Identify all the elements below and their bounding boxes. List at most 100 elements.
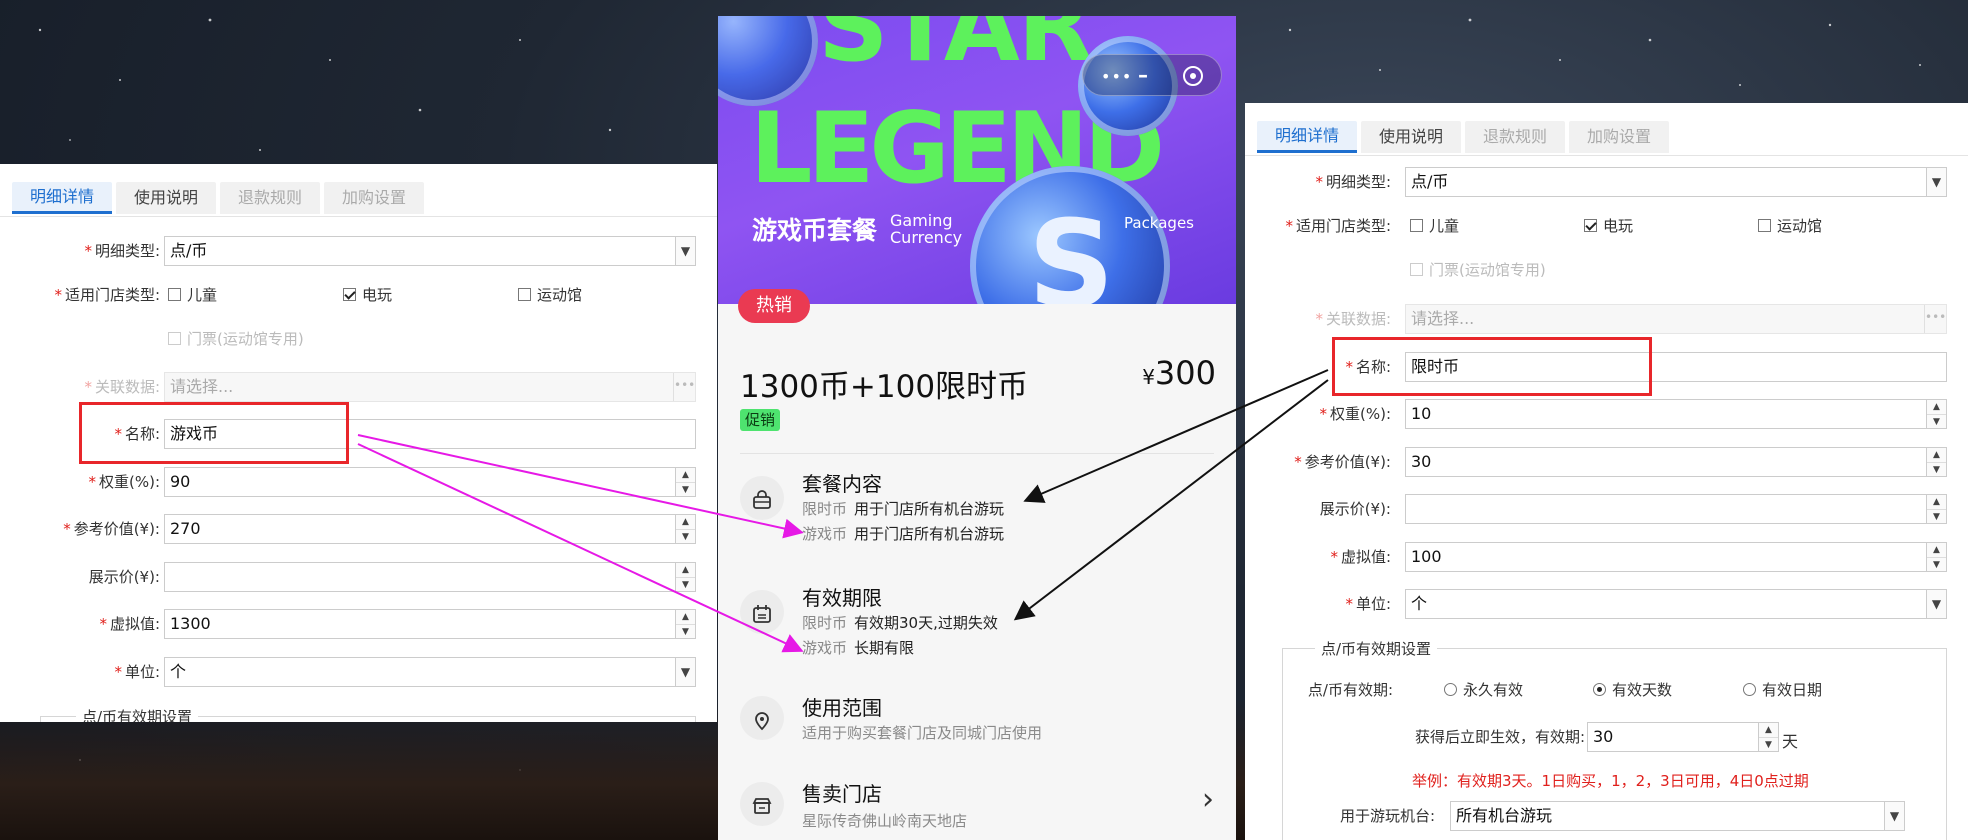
detail-type-label: * 明细类型: [84, 242, 160, 260]
tab-refund[interactable]: 退款规则 [220, 182, 321, 214]
detail-type-select[interactable]: 点/币 ▼ [1405, 167, 1947, 197]
tab-addon[interactable]: 加购设置 [1569, 121, 1670, 153]
more-icon[interactable]: ••• [1101, 67, 1132, 86]
tab-addon[interactable]: 加购设置 [324, 182, 425, 214]
detail-type-select[interactable]: 点/币 ▼ [164, 236, 696, 266]
virtual-value-label: * 虚拟值: [99, 615, 160, 633]
virtual-value-input[interactable]: 100 ▲ ▼ [1405, 542, 1947, 572]
spin-up-down-icon[interactable]: ▲ ▼ [1926, 400, 1946, 428]
machine-select[interactable]: 所有机台游玩 ▼ [1450, 801, 1905, 831]
checkbox-children[interactable]: 儿童 [1410, 211, 1459, 241]
display-price-label: 展示价(¥): [88, 568, 160, 586]
banner-title-line1: STAR [818, 16, 1093, 84]
display-price-input[interactable]: ▲ ▼ [1405, 494, 1947, 524]
store-type-label: * 适用门店类型: [1285, 217, 1391, 235]
validity-line: 游戏币 长期有限 [802, 639, 915, 657]
checkbox-ticket[interactable]: 门票(运动馆专用) [1410, 255, 1546, 285]
shop-icon[interactable] [740, 782, 784, 826]
product-price: ¥300 [1142, 354, 1216, 392]
ref-value-input[interactable]: 30 ▲ ▼ [1405, 447, 1947, 477]
weight-input[interactable]: 10 ▲ ▼ [1405, 399, 1947, 429]
validity-line: 限时币 有效期30天,过期失效 [802, 614, 998, 632]
content-line: 限时币 用于门店所有机台游玩 [802, 500, 1005, 518]
close-target-icon[interactable] [1183, 66, 1203, 86]
display-price-label: 展示价(¥): [1319, 500, 1391, 518]
spin-up-down-icon[interactable]: ▲ ▼ [675, 515, 695, 543]
chevron-down-icon[interactable]: ▼ [1926, 590, 1946, 618]
ref-value-label: * 参考价值(¥): [1294, 453, 1391, 471]
spin-up-down-icon[interactable]: ▲ ▼ [675, 610, 695, 638]
checkbox-ticket[interactable]: 门票(运动馆专用) [168, 324, 304, 354]
virtual-value-input[interactable]: 1300 ▲ ▼ [164, 609, 696, 639]
tab-usage[interactable]: 使用说明 [1361, 121, 1462, 153]
product-banner: STAR LEGEND S 游戏币套餐 Gaming Currency Pack… [718, 16, 1236, 304]
chevron-right-icon[interactable]: › [1202, 782, 1214, 817]
content-line: 游戏币 用于门店所有机台游玩 [802, 525, 1005, 543]
coin-letter: S [1028, 196, 1115, 304]
radio-permanent[interactable]: 永久有效 [1444, 675, 1523, 705]
stores-title[interactable]: 售卖门店 [802, 778, 882, 807]
chevron-down-icon[interactable]: ▼ [1884, 802, 1904, 830]
banner-subtitle-en-right: Packages [1124, 214, 1194, 232]
spin-up-down-icon[interactable]: ▲ ▼ [1926, 448, 1946, 476]
related-data-input[interactable]: 请选择... ••• [164, 372, 696, 402]
spin-up-down-icon[interactable]: ▲ ▼ [675, 563, 695, 591]
ref-value-input[interactable]: 270 ▲ ▼ [164, 514, 696, 544]
spin-up-down-icon[interactable]: ▲ ▼ [675, 468, 695, 496]
tab-divider [0, 216, 717, 217]
unit-select[interactable]: 个 ▼ [164, 657, 696, 687]
left-form-panel: 明细详情 使用说明 退款规则 加购设置 * 明细类型: 点/币 ▼ * 适用门店类型… [0, 164, 717, 722]
checkbox-arcade[interactable]: 电玩 [343, 280, 392, 310]
detail-type-label: * 明细类型: [1315, 173, 1391, 191]
unit-label: * 单位: [1345, 595, 1391, 613]
checkbox-sports[interactable]: 运动馆 [518, 280, 582, 310]
weight-label: * 权重(%): [1319, 405, 1391, 423]
content-title: 套餐内容 [802, 472, 882, 496]
validity-legend: 点/币有效期设置 [1315, 638, 1438, 659]
right-form-panel: 明细详情 使用说明 退款规则 加购设置 * 明细类型: 点/币 ▼ * 适用门店类型… [1245, 103, 1968, 840]
tab-refund[interactable]: 退款规则 [1465, 121, 1566, 153]
related-data-label: * 关联数据: [1315, 310, 1391, 328]
related-data-label: * 关联数据: [84, 378, 160, 396]
right-tab-bar: 明细详情 使用说明 退款规则 加购设置 [1257, 119, 1673, 153]
store-type-label: * 适用门店类型: [54, 286, 160, 304]
minimize-icon[interactable]: – [1138, 63, 1148, 87]
scope-desc: 适用于购买套餐门店及同城门店使用 [802, 724, 1043, 742]
related-data-input[interactable]: 请选择... ••• [1405, 304, 1947, 334]
spin-up-down-icon[interactable]: ▲ ▼ [1926, 543, 1946, 571]
radio-days[interactable]: 有效天数 [1593, 675, 1672, 705]
stores-desc: 星际传奇佛山岭南天地店 [802, 812, 968, 830]
checkbox-arcade[interactable]: 电玩 [1584, 211, 1633, 241]
checkbox-children[interactable]: 儿童 [168, 280, 217, 310]
scope-title: 使用范围 [802, 696, 882, 720]
validity-type-label: 点/币有效期: [1307, 681, 1393, 699]
unit-select[interactable]: 个 ▼ [1405, 589, 1947, 619]
map-pin-icon [740, 696, 784, 740]
weight-input[interactable]: 90 ▲ ▼ [164, 467, 696, 497]
tab-detail[interactable]: 明细详情 [12, 182, 113, 214]
banner-subtitle-cn: 游戏币套餐 [752, 216, 878, 245]
validity-example-note: 举例：有效期3天。1日购买，1，2，3日可用，4日0点过期 [1412, 772, 1809, 790]
machine-label: 用于游玩机台: [1339, 807, 1435, 825]
highlight-box [79, 402, 349, 464]
ref-value-label: * 参考价值(¥): [63, 520, 160, 538]
validity-days-input[interactable]: 30 ▲ ▼ [1587, 722, 1779, 752]
display-price-input[interactable]: ▲ ▼ [164, 562, 696, 592]
chevron-down-icon[interactable]: ▼ [675, 237, 695, 265]
radio-date[interactable]: 有效日期 [1743, 675, 1822, 705]
spin-up-down-icon[interactable]: ▲ ▼ [1758, 723, 1778, 751]
checkbox-sports[interactable]: 运动馆 [1758, 211, 1822, 241]
more-icon[interactable]: ••• [1924, 305, 1946, 333]
days-unit: 天 [1782, 732, 1799, 751]
chevron-down-icon[interactable]: ▼ [1926, 168, 1946, 196]
tab-detail[interactable]: 明细详情 [1257, 121, 1358, 153]
tab-usage[interactable]: 使用说明 [116, 182, 217, 214]
validity-days-label: 获得后立即生效，有效期: [1414, 728, 1585, 746]
spin-up-down-icon[interactable]: ▲ ▼ [1926, 495, 1946, 523]
mini-program-capsule: ••• – [1082, 54, 1222, 96]
mini-program-phone: STAR LEGEND S 游戏币套餐 Gaming Currency Pack… [718, 16, 1236, 840]
more-icon[interactable]: ••• [673, 373, 695, 401]
validity-legend: 点/币有效期设置 [76, 706, 199, 722]
validity-title: 有效期限 [802, 586, 882, 610]
chevron-down-icon[interactable]: ▼ [675, 658, 695, 686]
